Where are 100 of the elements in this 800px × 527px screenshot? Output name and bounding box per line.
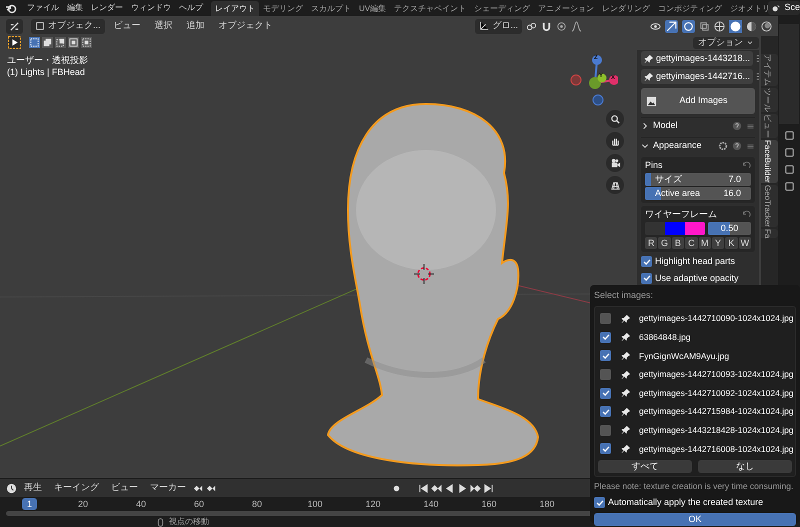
solid-shading-icon[interactable] [729,20,742,32]
checkbox[interactable] [600,406,611,418]
workspace-tab[interactable]: モデリング [259,0,307,16]
pin-icon[interactable] [621,388,631,398]
menu-item[interactable]: ヘルプ [175,2,207,14]
pin-icon[interactable] [621,425,631,436]
color-preset-button[interactable]: K [725,237,738,249]
menu-item[interactable]: レンダー [87,2,127,14]
link-icon[interactable] [526,20,537,32]
select-subtract-icon[interactable] [55,37,66,48]
navigation-gizmo-drawing[interactable] [570,55,618,106]
number-slider[interactable]: サイズ 7.0 [645,173,751,186]
workspace-tab[interactable]: シェーディング [470,0,534,16]
sidebar-tab[interactable]: FaceBuilder [761,140,778,183]
sidebar-tab[interactable]: ビュー [761,114,778,138]
menu-item[interactable]: ウィンドウ [127,2,175,14]
drag-handle-icon[interactable] [746,122,755,130]
reset-icon[interactable] [741,210,751,220]
options-dropdown[interactable]: オプション [693,37,759,49]
wireframe-shading-icon[interactable] [714,20,725,32]
clock-icon[interactable] [6,482,17,494]
workspace-tab[interactable]: UV編集 [355,0,390,16]
zoom-icon[interactable] [610,114,620,124]
select-tool-icon[interactable] [8,36,21,49]
checkbox[interactable] [641,256,652,268]
xray-icon[interactable] [699,20,710,32]
color-preset-button[interactable]: Y [712,237,724,249]
menu-item[interactable]: ビュー [108,19,146,33]
proportional-edit-icon[interactable] [556,20,567,32]
jump-start-icon[interactable] [418,482,429,494]
reset-icon[interactable] [741,161,751,171]
editor-type-button[interactable] [6,18,23,34]
color-swatch[interactable] [665,222,685,235]
color-preset-button[interactable]: R [645,237,658,249]
color-swatch[interactable] [685,222,705,235]
workspace-tab[interactable]: テクスチャペイント [390,0,470,16]
sidebar-tab[interactable]: ツール [761,88,778,112]
menu-item[interactable]: 追加 [182,19,210,33]
output-icon[interactable] [784,164,794,175]
rendered-shading-icon[interactable] [761,20,772,32]
checkbox[interactable] [600,388,611,399]
scene-icon[interactable] [771,3,782,13]
select-extend-icon[interactable] [42,37,53,48]
color-preset-button[interactable]: B [672,237,684,249]
pin-icon[interactable] [621,350,631,361]
color-preset-button[interactable]: W [738,237,751,249]
select-new-icon[interactable] [29,37,40,48]
checkbox[interactable] [641,272,652,284]
section-header[interactable]: Model [641,117,755,134]
menu-item[interactable]: 再生 [19,481,47,495]
checkbox[interactable] [600,369,611,380]
sidebar-tab[interactable]: Fa [761,228,778,238]
image-item[interactable]: gettyimages-1443218... [641,51,754,66]
prev-keyframe-icon[interactable] [431,482,442,494]
camera-icon[interactable] [610,158,620,168]
workspace-tab[interactable]: ジオメトリ [726,0,768,16]
play-reverse-icon[interactable] [444,482,455,494]
menu-item[interactable]: 選択 [150,19,178,33]
select-intersect-icon[interactable] [81,37,92,48]
overlay-toggle-icon[interactable] [682,20,695,32]
section-header[interactable]: Appearance [641,137,755,154]
menu-item[interactable]: キーイング [49,481,104,495]
grid-icon[interactable] [610,180,620,190]
sidebar-tab[interactable]: アイテム [761,54,778,86]
checkbox[interactable] [600,350,611,362]
menu-item[interactable]: オブジェクト [214,19,278,33]
tool-icon[interactable] [784,130,794,141]
workspace-tab[interactable]: アニメーション [534,0,598,16]
pin-icon[interactable] [621,332,631,342]
pin-icon[interactable] [621,370,631,380]
color-preset-button[interactable]: G [658,237,671,249]
mode-dropdown[interactable]: オブジェク... [31,18,105,34]
pin-icon[interactable] [621,444,631,454]
help-icon[interactable] [732,121,742,131]
material-shading-icon[interactable] [746,20,757,32]
dialog-button[interactable]: すべて [598,460,692,474]
mouse-icon[interactable] [156,518,165,526]
checkbox[interactable] [600,332,611,343]
select-invert-icon[interactable] [68,37,79,48]
menu-item[interactable]: ビュー [106,481,143,495]
play-icon[interactable] [457,482,468,494]
menu-item[interactable]: マーカー [145,481,191,495]
color-preset-button[interactable]: M [698,237,711,249]
workspace-tab[interactable]: スカルプト [307,0,355,16]
orientation-dropdown[interactable]: グロ... [475,18,522,34]
render-icon[interactable] [784,147,794,158]
image-item[interactable]: gettyimages-1442716... [641,69,754,84]
magnet-icon[interactable] [541,20,552,32]
drag-handle-icon[interactable] [746,142,755,150]
next-keyframe-icon[interactable] [470,482,481,494]
menu-item[interactable]: 編集 [63,2,87,14]
help-icon[interactable] [732,141,742,151]
pin-icon[interactable] [621,314,631,324]
ok-button[interactable]: OK [594,512,796,526]
checkbox[interactable] [600,424,611,436]
workspace-tab[interactable]: コンポジティング [654,0,726,16]
pin-icon[interactable] [621,406,631,417]
blender-logo-icon[interactable] [5,2,17,14]
falloff-curve-icon[interactable] [571,20,582,32]
dialog-button[interactable]: なし [698,460,792,474]
